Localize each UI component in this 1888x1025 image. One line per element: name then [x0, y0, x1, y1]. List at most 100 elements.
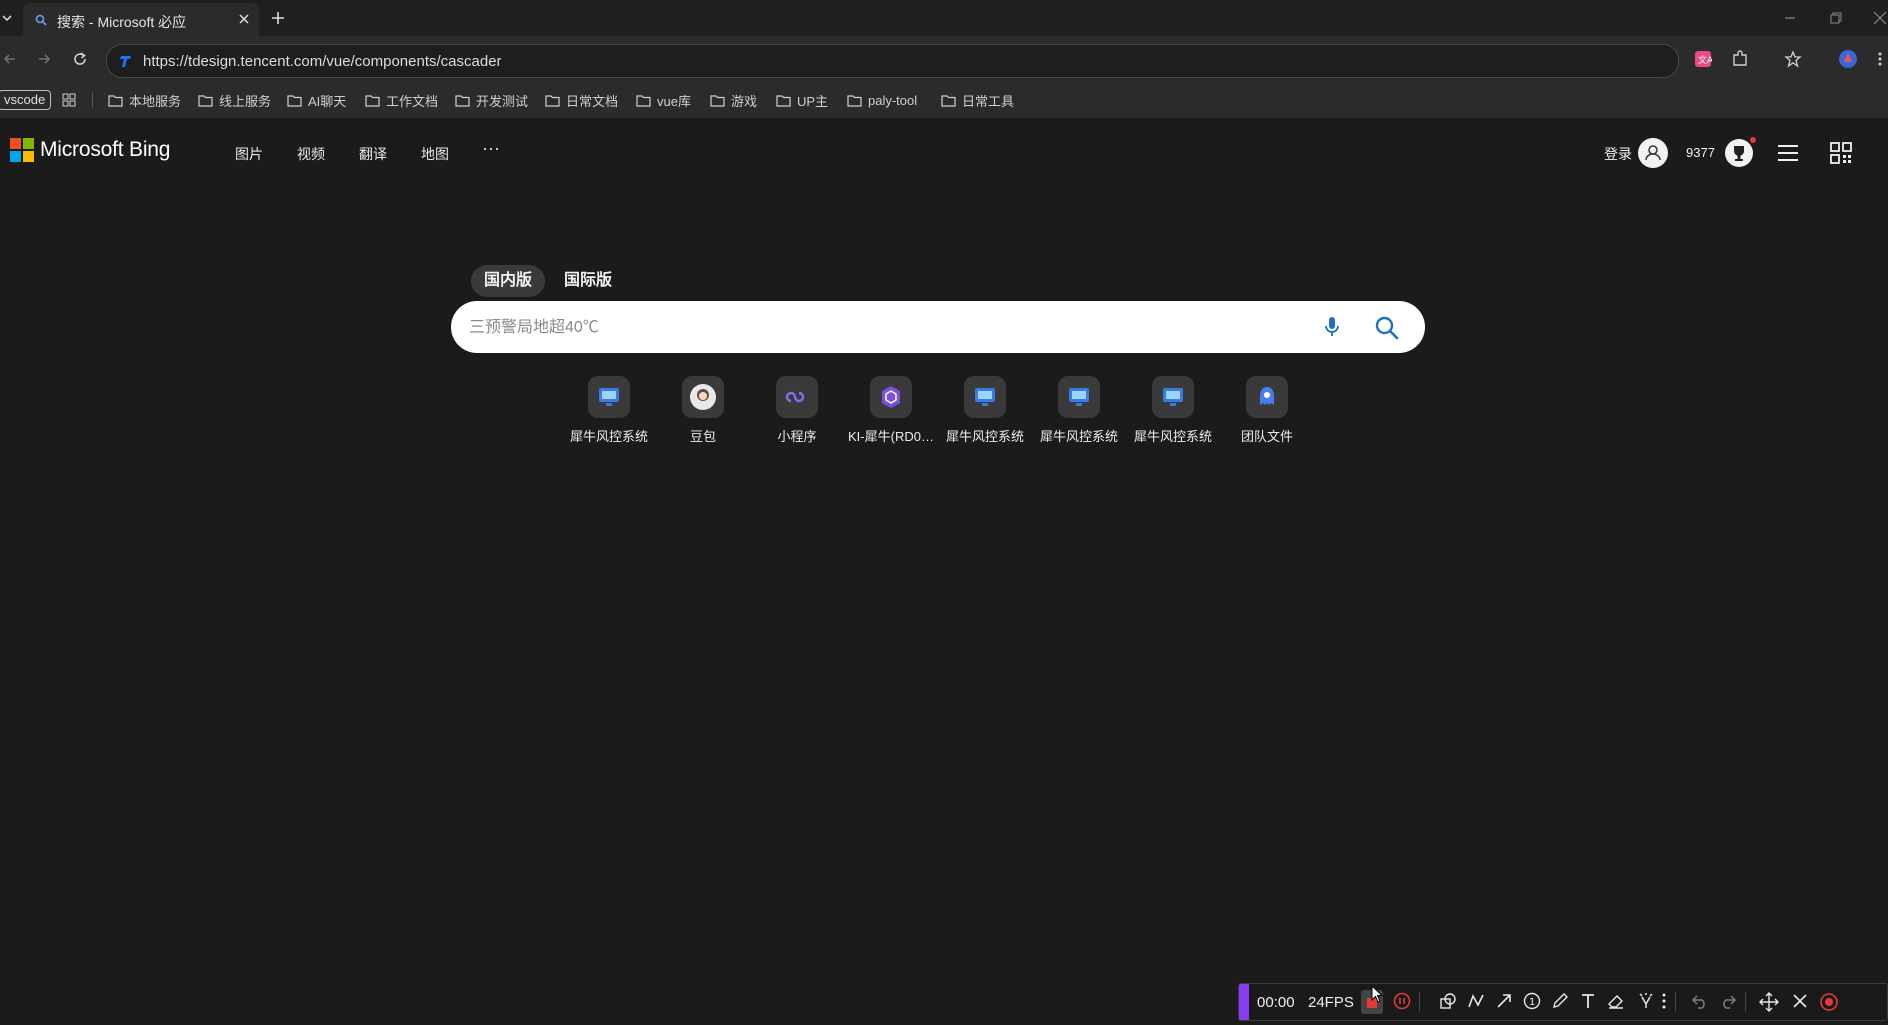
- url-bar[interactable]: https://tdesign.tencent.com/vue/componen…: [106, 44, 1679, 78]
- bookmark-label: 工作文档: [386, 93, 439, 109]
- screen-recorder-toolbar: 00:00 24FPS 1: [1238, 983, 1888, 1021]
- folder-icon: [941, 94, 956, 107]
- mouse-cursor-icon: [1371, 985, 1383, 1003]
- tab-title: 搜索 - Microsoft 必应: [57, 14, 187, 30]
- active-tab[interactable]: 搜索 - Microsoft 必应: [23, 3, 259, 36]
- record-target-icon[interactable]: [1819, 992, 1839, 1012]
- bookmark-folder[interactable]: vue库: [636, 90, 691, 110]
- bing-logo[interactable]: Microsoft Bing: [10, 138, 170, 162]
- address-toolbar: https://tdesign.tencent.com/vue/componen…: [0, 36, 1888, 82]
- microphone-icon[interactable]: [1323, 315, 1341, 339]
- shapes-icon[interactable]: [1439, 992, 1457, 1010]
- folder-icon: [455, 94, 470, 107]
- chevron-down-icon: [2, 15, 12, 22]
- forward-icon[interactable]: [36, 51, 52, 67]
- quick-link-label: 团队文件: [1240, 429, 1293, 444]
- quick-link-tile[interactable]: 团队文件: [1220, 376, 1314, 445]
- bookmarks-bar: vscode 本地服务 线上服务 AI聊天 工作文档 开发测试 日常文档 vue…: [0, 82, 1888, 119]
- folder-icon: [776, 94, 791, 107]
- bookmark-label: paly-tool: [868, 92, 918, 108]
- undo-icon[interactable]: [1691, 992, 1709, 1010]
- nav-more[interactable]: ···: [482, 138, 500, 159]
- bookmark-folder[interactable]: 游戏: [710, 90, 757, 110]
- quick-link-label: KI-犀牛(RD0…: [848, 429, 934, 444]
- polyline-icon[interactable]: [1467, 992, 1485, 1010]
- scope-domestic-tab[interactable]: 国内版: [471, 265, 546, 297]
- bookmark-folder[interactable]: 日常工具: [941, 90, 1014, 110]
- quick-link-tile[interactable]: 豆包: [656, 376, 750, 445]
- folder-icon: [287, 94, 302, 107]
- close-recorder-icon[interactable]: [1791, 992, 1809, 1010]
- browser-tab-strip: 搜索 - Microsoft 必应: [0, 0, 1888, 36]
- favorites-star-icon[interactable]: [1784, 50, 1802, 68]
- scope-international-tab[interactable]: 国际版: [551, 265, 625, 297]
- apps-grid-icon[interactable]: [61, 92, 77, 108]
- signin-link[interactable]: 登录: [1604, 144, 1632, 164]
- bookmark-folder[interactable]: 工作文档: [365, 90, 438, 110]
- user-avatar-icon[interactable]: [1638, 138, 1668, 168]
- eraser-icon[interactable]: [1607, 992, 1625, 1010]
- pause-icon[interactable]: [1393, 992, 1411, 1010]
- nav-maps[interactable]: 地图: [421, 144, 449, 164]
- toolbar-divider: [1745, 992, 1746, 1012]
- nav-translate[interactable]: 翻译: [359, 144, 387, 164]
- quick-link-tile[interactable]: KI-犀牛(RD0…: [844, 376, 938, 445]
- restore-icon[interactable]: [1828, 10, 1844, 26]
- brand-name: Microsoft Bing: [40, 138, 171, 161]
- qr-code-icon[interactable]: [1830, 142, 1852, 164]
- window-close-icon[interactable]: [1872, 10, 1888, 26]
- folder-icon: [545, 94, 560, 107]
- search-box: [451, 301, 1425, 353]
- recorder-drag-handle[interactable]: [1239, 984, 1249, 1020]
- quick-link-tile[interactable]: 犀牛风控系统: [938, 376, 1032, 445]
- move-icon[interactable]: [1759, 992, 1779, 1012]
- search-input[interactable]: [467, 313, 1311, 343]
- bookmark-folder[interactable]: 开发测试: [455, 90, 528, 110]
- rhino-monitor-icon: [1058, 376, 1100, 418]
- bookmark-folder[interactable]: 日常文档: [545, 90, 618, 110]
- spotlight-icon[interactable]: [1637, 992, 1655, 1010]
- translate-icon[interactable]: 文A: [1694, 50, 1712, 68]
- quick-link-tile[interactable]: 小程序: [750, 376, 844, 445]
- bookmark-label: 线上服务: [219, 93, 272, 109]
- quick-link-label: 犀牛风控系统: [945, 429, 1024, 444]
- bookmark-folder[interactable]: UP主: [776, 90, 828, 110]
- bookmark-folder[interactable]: AI聊天: [287, 90, 346, 110]
- redo-icon[interactable]: [1719, 992, 1737, 1010]
- ki-hexagon-icon: [870, 376, 912, 418]
- bookmark-folder[interactable]: paly-tool: [847, 90, 917, 110]
- quick-link-label: 犀牛风控系统: [1133, 429, 1212, 444]
- bookmark-vscode[interactable]: vscode: [0, 90, 52, 110]
- nav-videos[interactable]: 视频: [297, 144, 325, 164]
- new-tab-icon[interactable]: [270, 10, 286, 26]
- quick-link-tile[interactable]: 犀牛风控系统: [562, 376, 656, 445]
- pen-icon[interactable]: [1551, 992, 1569, 1010]
- recording-time: 00:00: [1257, 994, 1295, 1011]
- bookmark-label: AI聊天: [308, 93, 347, 109]
- hamburger-menu-icon[interactable]: [1777, 143, 1799, 163]
- toolbar-divider: [1419, 992, 1420, 1012]
- quick-link-tile[interactable]: 犀牛风控系统: [1126, 376, 1220, 445]
- reload-icon[interactable]: [72, 51, 88, 67]
- extensions-icon[interactable]: [1731, 50, 1749, 68]
- profile-avatar-icon[interactable]: [1838, 49, 1858, 69]
- menu-dots-icon[interactable]: [1876, 50, 1884, 68]
- rewards-points[interactable]: 9377: [1686, 145, 1715, 160]
- more-tools-icon[interactable]: [1661, 992, 1667, 1010]
- close-tab-icon[interactable]: [237, 12, 251, 26]
- tab-list-dropdown[interactable]: [0, 8, 14, 28]
- number-marker-icon[interactable]: 1: [1523, 992, 1541, 1010]
- arrow-icon[interactable]: [1495, 992, 1513, 1010]
- quick-link-tile[interactable]: 犀牛风控系统: [1032, 376, 1126, 445]
- folder-icon: [847, 94, 862, 107]
- nav-images[interactable]: 图片: [235, 144, 263, 164]
- folder-icon: [365, 94, 380, 107]
- search-icon[interactable]: [1374, 315, 1400, 341]
- rewards-trophy-icon[interactable]: [1724, 136, 1758, 170]
- text-tool-icon[interactable]: [1579, 992, 1597, 1010]
- bookmark-label: 日常文档: [566, 93, 619, 109]
- minimize-icon[interactable]: [1782, 10, 1798, 26]
- bookmark-folder[interactable]: 本地服务: [108, 90, 181, 110]
- bookmark-folder[interactable]: 线上服务: [198, 90, 271, 110]
- back-icon[interactable]: [2, 51, 18, 67]
